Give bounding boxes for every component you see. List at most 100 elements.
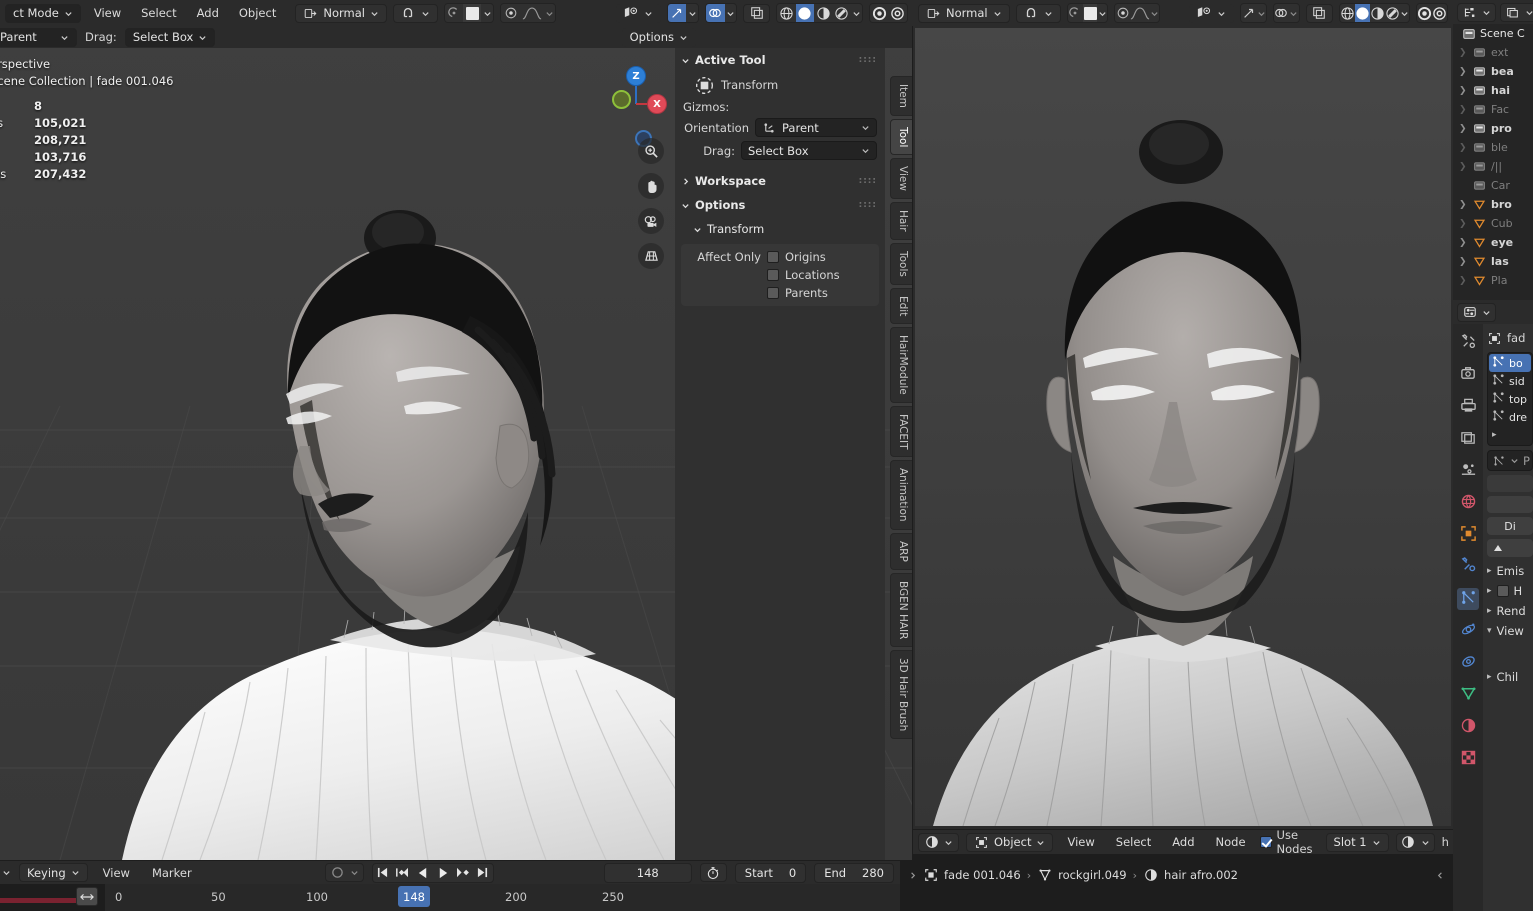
falloff-color-swatch[interactable] [463,4,482,22]
play-icon[interactable] [433,864,453,882]
mode-selector[interactable]: ct Mode [5,3,81,23]
object-data-tab[interactable] [1457,684,1479,706]
snap-toggle-right[interactable] [1015,3,1061,23]
sidebar-tab-item[interactable]: Item [890,76,912,116]
navigation-gizmo[interactable]: Z X [604,62,667,147]
transform-orientation-selector[interactable]: Normal [295,3,387,23]
axis-z-dot[interactable]: Z [626,66,646,86]
sidebar-tab-view[interactable]: View [890,158,912,200]
proportional-edit-icon[interactable] [1067,4,1083,22]
physics-tab[interactable] [1457,620,1479,642]
render-preview-icon[interactable] [1432,4,1447,22]
menu-object[interactable]: Object [232,4,283,22]
shading-dropdown-icon[interactable] [1399,4,1410,22]
chevron-right-icon[interactable]: ❯ [1459,276,1468,286]
use-nodes-toggle[interactable]: Use Nodes [1259,828,1313,856]
solid-icon[interactable] [795,4,814,22]
options-dropdown[interactable]: Options [621,27,696,47]
toggle-overlay-icon[interactable] [870,4,889,22]
properties-panel-header[interactable]: ▸ H [1487,581,1533,601]
chevron-right-icon[interactable]: ❯ [1459,143,1468,153]
auto-keying-toggle[interactable] [324,863,364,882]
snap-toggle[interactable] [392,3,438,23]
use-preview-range-toggle[interactable] [699,863,727,882]
material-tab[interactable] [1457,716,1479,738]
chevron-right-icon[interactable]: ❯ [1459,67,1468,77]
chevron-right-icon[interactable]: ❯ [1459,162,1468,172]
particle-system-row[interactable]: bo [1489,354,1531,372]
overlays-icon[interactable] [1273,4,1289,22]
sidebar-tab-arp[interactable]: ARP [890,532,912,570]
keying-set-selector[interactable]: Keying [19,863,88,882]
section-workspace[interactable]: Workspace :::: [675,169,885,193]
gizmo-dropdown-icon[interactable] [686,4,699,22]
gizmo-dropdown-icon[interactable] [1256,4,1266,22]
proportional-editing-group[interactable] [443,3,495,23]
gizmo-icon[interactable] [668,4,687,22]
end-frame-field[interactable]: End 280 [814,862,894,883]
menu-view[interactable]: View [87,4,128,22]
overlays-dropdown-icon[interactable] [724,4,737,22]
falloff-dropdown[interactable] [1097,4,1108,22]
properties-panel-header[interactable]: ▾ View [1487,621,1533,641]
chevron-right-icon[interactable]: ❯ [1459,200,1468,210]
particle-list-expand-row[interactable]: ▸ [1489,426,1531,444]
breadcrumb-item-mesh[interactable]: rockgirl.049 [1037,868,1127,883]
breadcrumb-item-object[interactable]: fade 001.046 [923,868,1021,883]
outliner-row[interactable]: ❯ hai [1453,81,1533,100]
outliner-row[interactable]: ❯ Pla [1453,271,1533,290]
shader-menu-add[interactable]: Add [1165,833,1201,851]
overlays-group[interactable] [705,3,738,23]
chevron-down-icon[interactable] [2,868,11,877]
camera-view-icon[interactable] [638,208,664,234]
render-preview-icon[interactable] [888,4,907,22]
timeline-drag-handle[interactable] [76,887,98,906]
outliner-row[interactable]: ❯ Cub [1453,214,1533,233]
sidebar-tab-tool[interactable]: Tool [890,118,912,156]
drag-dots-icon[interactable]: :::: [859,200,877,209]
shading-mode-group[interactable] [776,3,864,23]
chevron-right-icon[interactable]: ❯ [1459,219,1468,229]
gizmo-group[interactable] [667,3,700,23]
particle-system-row[interactable]: dre [1489,408,1531,426]
outliner-row[interactable]: ❯ Fac [1453,100,1533,119]
drag-dots-icon[interactable]: :::: [859,55,877,64]
panel-enable-checkbox[interactable] [1496,585,1509,597]
material-preview-icon[interactable] [813,4,833,22]
use-nodes-checkbox[interactable] [1259,836,1272,848]
output-tab[interactable] [1457,396,1479,418]
jump-start-icon[interactable] [373,864,393,882]
shading-dropdown-icon[interactable] [850,4,863,22]
outliner-row[interactable]: ❯ ext [1453,43,1533,62]
properties-editor-type[interactable] [1457,302,1496,322]
falloff-group-right[interactable] [1114,3,1161,23]
slot-selector[interactable]: Slot 1 [1325,832,1389,852]
zoom-icon[interactable] [638,138,664,164]
particle-settings-row[interactable]: P [1487,450,1533,471]
timeline-ruler[interactable]: 0 50 100 200 250 148 [0,884,900,911]
object-tab[interactable] [1457,524,1479,546]
sidebar-tab-edit[interactable]: Edit [890,287,912,325]
proportional-connected-icon[interactable] [501,4,520,22]
section-options[interactable]: Options :::: [675,193,885,217]
sidebar-tab-hair[interactable]: Hair [890,202,912,240]
sidebar-tab-animation[interactable]: Animation [890,460,912,530]
chevron-right-icon[interactable]: ❯ [1459,257,1468,267]
viewport-right[interactable] [913,26,1453,829]
properties-panel-header[interactable]: ▸ Rend [1487,601,1533,621]
active-tool-row[interactable]: Transform [675,72,885,98]
proportional-connected-icon[interactable] [1115,4,1130,22]
rendered-icon[interactable] [1384,4,1400,22]
section-active-tool[interactable]: Active Tool :::: [675,48,885,72]
display-button[interactable]: Di [1487,517,1533,535]
chevron-right-icon[interactable]: ❯ [1459,124,1468,134]
sidebar-tab-bgen-hair[interactable]: BGEN HAIR [890,572,912,648]
material-selector[interactable] [1395,832,1435,852]
chevron-right-icon[interactable]: ❯ [1459,238,1468,248]
falloff-dropdown[interactable] [481,4,494,22]
particle-system-list[interactable]: bo sid top dre ▸ [1487,352,1533,446]
toggle-overlay-icon[interactable] [1417,4,1433,22]
overlays-icon[interactable] [706,4,725,22]
drag-dots-icon[interactable]: :::: [859,176,877,185]
texture-tab[interactable] [1457,748,1479,770]
